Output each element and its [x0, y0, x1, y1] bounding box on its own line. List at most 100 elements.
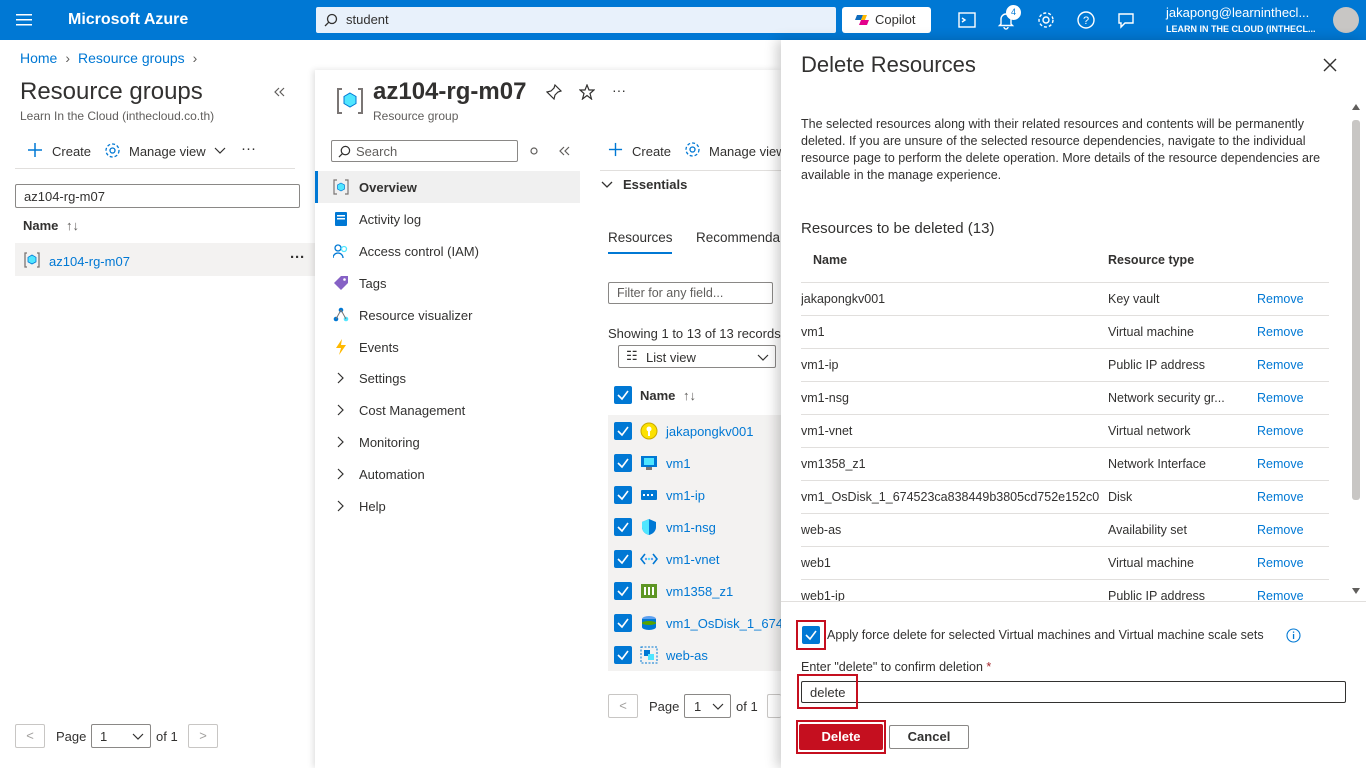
row-checkbox[interactable] — [614, 454, 632, 472]
remove-link[interactable]: Remove — [1257, 391, 1304, 405]
close-icon[interactable] — [1323, 58, 1337, 72]
nav-item-activity-log[interactable]: Activity log — [315, 203, 580, 235]
resource-link[interactable]: web-as — [666, 648, 708, 663]
row-checkbox[interactable] — [614, 550, 632, 568]
next-page-button[interactable]: > — [188, 724, 218, 748]
divider — [600, 170, 781, 171]
previous-page-button[interactable]: < — [15, 724, 45, 748]
remove-link[interactable]: Remove — [1257, 424, 1304, 438]
nav-item-monitoring[interactable]: Monitoring — [315, 426, 580, 458]
brand-title[interactable]: Microsoft Azure — [68, 11, 188, 29]
help-icon[interactable]: ? — [1076, 10, 1096, 30]
resource-link[interactable]: vm1-vnet — [666, 552, 719, 567]
user-tenant[interactable]: LEARN IN THE CLOUD (INTHECL... — [1166, 24, 1316, 34]
collapse-double-chevron-icon[interactable] — [273, 86, 285, 98]
row-checkbox[interactable] — [614, 486, 632, 504]
manage-view-button[interactable]: Manage view — [104, 142, 228, 162]
view-select[interactable]: ☷ List view — [618, 345, 776, 368]
column-header-name: Name — [813, 253, 848, 267]
global-search-input[interactable]: student — [316, 7, 836, 33]
scrollbar-thumb[interactable] — [1352, 120, 1360, 500]
remove-link[interactable]: Remove — [1257, 457, 1304, 471]
create-button[interactable]: Create — [608, 141, 678, 161]
tab-recommendations[interactable]: Recommenda — [696, 230, 780, 245]
resource-filter-input[interactable]: Filter for any field... — [608, 282, 773, 304]
breadcrumb-resource-groups[interactable]: Resource groups — [78, 50, 185, 66]
table-row[interactable]: vm1358_z1 — [608, 575, 781, 607]
scroll-up-icon[interactable] — [1352, 104, 1360, 110]
resource-link[interactable]: vm1358_z1 — [666, 584, 733, 599]
pin-icon[interactable] — [546, 84, 562, 100]
nav-item-resource-visualizer[interactable]: Resource visualizer — [315, 299, 580, 331]
row-checkbox[interactable] — [614, 582, 632, 600]
table-row[interactable]: jakapongkv001 — [608, 415, 781, 447]
scroll-down-icon[interactable] — [1352, 588, 1360, 594]
nav-item-automation[interactable]: Automation — [315, 458, 580, 490]
remove-link[interactable]: Remove — [1257, 325, 1304, 339]
remove-link[interactable]: Remove — [1257, 523, 1304, 537]
create-button[interactable]: Create — [27, 142, 93, 162]
resource-link[interactable]: jakapongkv001 — [666, 424, 753, 439]
resource-link[interactable]: vm1-nsg — [666, 520, 716, 535]
column-header-name[interactable]: Name ↑↓ — [23, 218, 79, 233]
table-row[interactable]: vm1 — [608, 447, 781, 479]
more-options-button[interactable]: ··· — [612, 82, 626, 98]
avatar[interactable] — [1333, 7, 1359, 33]
nav-item-overview[interactable]: Overview — [315, 171, 580, 203]
force-delete-checkbox[interactable] — [802, 626, 820, 644]
resource-link[interactable]: vm1_OsDisk_1_6745 — [666, 616, 781, 631]
table-row[interactable]: web-as — [608, 639, 781, 671]
row-checkbox[interactable] — [614, 422, 632, 440]
resource-link[interactable]: vm1 — [666, 456, 691, 471]
nav-item-access-control[interactable]: Access control (IAM) — [315, 235, 580, 267]
column-header-name[interactable]: Name ↑↓ — [640, 388, 696, 403]
nav-item-settings[interactable]: Settings — [315, 362, 580, 394]
essentials-toggle[interactable]: Essentials — [600, 176, 781, 196]
star-icon[interactable] — [579, 84, 595, 100]
table-row[interactable]: vm1_OsDisk_1_6745 — [608, 607, 781, 639]
copilot-button[interactable]: Copilot — [842, 7, 931, 33]
hamburger-menu-icon[interactable] — [16, 12, 34, 28]
page-select[interactable]: 1 — [91, 724, 151, 748]
row-checkbox[interactable] — [614, 614, 632, 632]
nav-item-help[interactable]: Help — [315, 490, 580, 522]
row-more-options-button[interactable]: ··· — [290, 249, 305, 266]
row-checkbox[interactable] — [614, 646, 632, 664]
remove-link[interactable]: Remove — [1257, 556, 1304, 570]
list-item[interactable]: az104-rg-m07 ··· — [15, 243, 315, 276]
resource-group-link[interactable]: az104-rg-m07 — [49, 254, 130, 269]
table-row[interactable]: vm1-vnet — [608, 543, 781, 575]
filter-options-icon[interactable] — [529, 146, 539, 156]
collapse-menu-icon[interactable] — [558, 145, 570, 157]
breadcrumb-home[interactable]: Home — [20, 50, 57, 66]
info-icon[interactable] — [1286, 628, 1301, 643]
more-options-button[interactable]: ··· — [241, 140, 256, 157]
user-email[interactable]: jakapong@learninthecl... — [1166, 5, 1309, 20]
page-select[interactable]: 1 — [684, 694, 731, 718]
remove-link[interactable]: Remove — [1257, 358, 1304, 372]
next-page-button[interactable] — [767, 694, 781, 718]
gear-icon[interactable] — [1036, 10, 1056, 30]
scrollbar[interactable] — [1350, 102, 1362, 602]
tab-resources[interactable]: Resources — [608, 230, 673, 245]
select-all-checkbox[interactable] — [614, 386, 632, 404]
table-row[interactable]: vm1-nsg — [608, 511, 781, 543]
cloud-shell-icon[interactable] — [957, 10, 977, 30]
table-row[interactable]: vm1-ip — [608, 479, 781, 511]
filter-input[interactable]: az104-rg-m07 — [15, 184, 300, 208]
menu-search-input[interactable]: Search — [331, 140, 518, 162]
remove-link[interactable]: Remove — [1257, 490, 1304, 504]
nav-item-tags[interactable]: Tags — [315, 267, 580, 299]
nav-item-cost-management[interactable]: Cost Management — [315, 394, 580, 426]
delete-button[interactable]: Delete — [799, 724, 883, 750]
cancel-button[interactable]: Cancel — [889, 725, 969, 749]
manage-view-button[interactable]: Manage view — [684, 141, 781, 161]
resource-link[interactable]: vm1-ip — [666, 488, 705, 503]
row-checkbox[interactable] — [614, 518, 632, 536]
remove-link[interactable]: Remove — [1257, 292, 1304, 306]
previous-page-button[interactable]: < — [608, 694, 638, 718]
feedback-icon[interactable] — [1116, 10, 1136, 30]
remove-link[interactable]: Remove — [1257, 589, 1304, 601]
nav-item-events[interactable]: Events — [315, 331, 580, 363]
confirm-delete-input[interactable]: delete — [801, 681, 1346, 703]
